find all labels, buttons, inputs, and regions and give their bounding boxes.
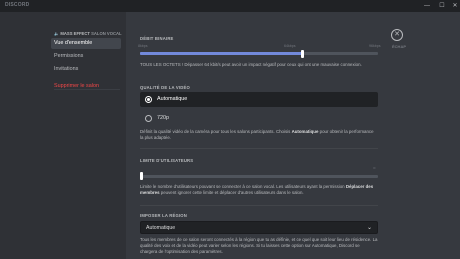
video-quality-title: QUALITÉ DE LA VIDÉO [140, 85, 190, 90]
bitrate-helper: TOUS LES OCTETS ! Dépasser 64 kbit/s peu… [140, 62, 362, 67]
user-limit-title: LIMITE D'UTILISATEURS [140, 158, 194, 163]
delete-channel-button[interactable]: Supprimer le salon [51, 81, 121, 92]
video-quality-option-720p[interactable]: 720p [140, 111, 378, 126]
region-selected-value: Automatique [146, 225, 176, 231]
close-icon: ✕ [394, 31, 400, 38]
user-limit-max-label: ∞ [373, 166, 376, 170]
sidebar-item-permissions[interactable]: Permissions [51, 51, 121, 62]
channel-name: MASS EFFECT [60, 31, 90, 36]
bitrate-min-label: 8kbps [138, 44, 148, 48]
sidebar-item-overview[interactable]: Vue d'ensemble [51, 38, 121, 49]
maximize-icon[interactable]: ☐ [436, 1, 448, 11]
window-close-icon[interactable]: ✕ [449, 1, 460, 11]
esc-label: ÉCHAP [392, 44, 407, 49]
region-select[interactable]: Automatique ⌄ [140, 221, 378, 234]
app-title: DISCORD [5, 2, 30, 8]
minimize-icon[interactable]: — [421, 1, 433, 11]
user-limit-slider-handle[interactable] [140, 172, 143, 180]
option-label: 720p [157, 115, 169, 121]
user-limit-helper: Limite le nombre d'utilisateurs pouvant … [140, 184, 374, 195]
window-titlebar: DISCORD — ☐ ✕ [0, 0, 460, 12]
chevron-down-icon: ⌄ [366, 225, 372, 231]
channel-type: SALON VOCAL [91, 31, 122, 36]
close-settings-button[interactable]: ✕ [391, 29, 403, 41]
settings-sidebar: 🔈 MASS EFFECT SALON VOCAL Vue d'ensemble… [0, 12, 126, 259]
bitrate-title: DÉBIT BINAIRE [140, 36, 174, 41]
radio-checked-icon [145, 96, 152, 103]
radio-unchecked-icon [145, 115, 152, 122]
section-divider [140, 205, 378, 206]
user-limit-slider-track[interactable] [140, 175, 378, 178]
sidebar-item-invitations[interactable]: Invitations [51, 64, 121, 75]
bitrate-max-label: 96kbps [369, 44, 381, 48]
option-label: Automatique [157, 96, 188, 102]
region-helper: Tous les membres de ce salon seront conn… [140, 237, 378, 254]
region-title: IMPOSER LA RÉGION [140, 213, 187, 218]
bitrate-slider-handle[interactable] [300, 50, 304, 58]
bitrate-mid-label: 64kbps [284, 44, 296, 48]
channel-header: 🔈 MASS EFFECT SALON VOCAL [54, 31, 122, 37]
settings-content: DÉBIT BINAIRE 8kbps 64kbps 96kbps TOUS L… [126, 12, 460, 259]
section-divider [140, 148, 378, 149]
video-quality-helper: Définit la qualité vidéo de la caméra po… [140, 129, 374, 140]
bitrate-slider-fill [140, 52, 302, 55]
video-quality-option-auto[interactable]: Automatique [140, 92, 378, 107]
